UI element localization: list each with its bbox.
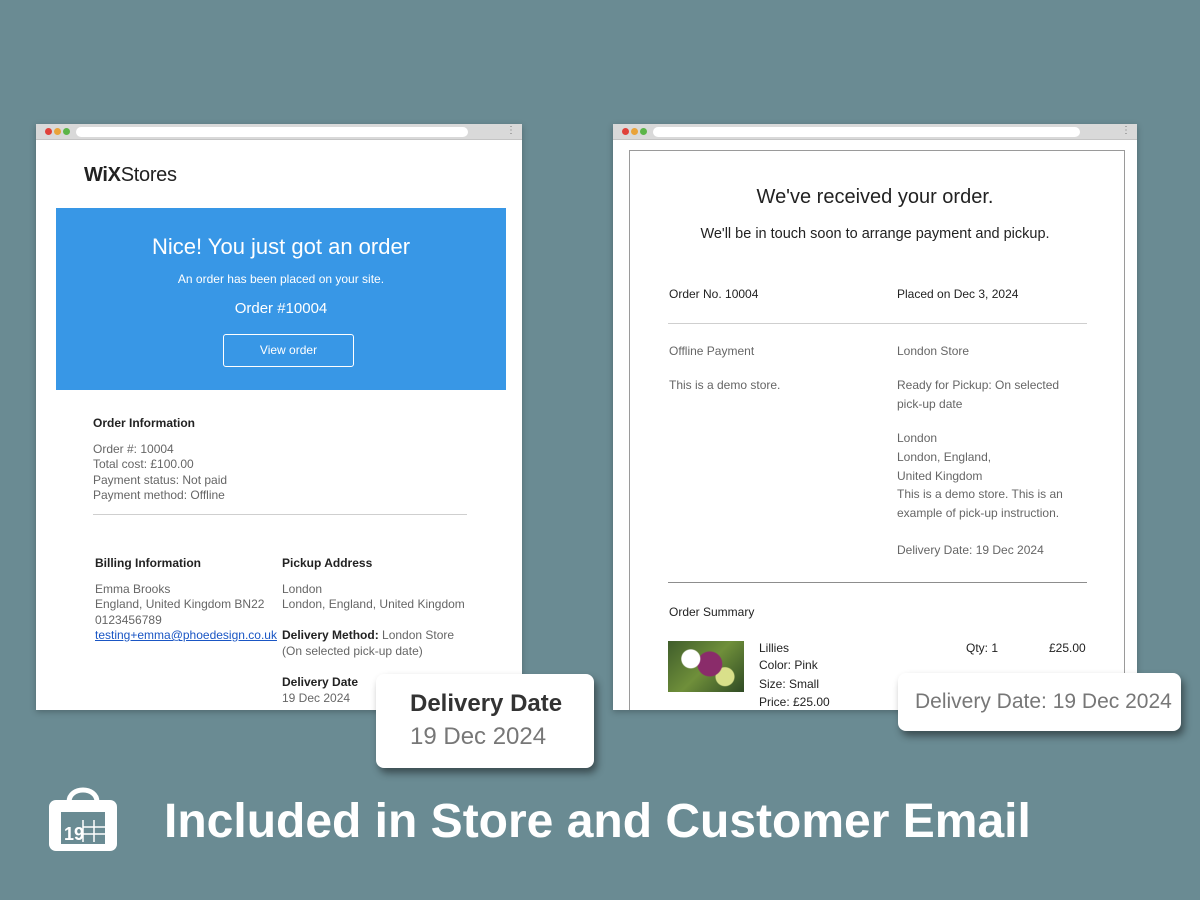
banner-title: Nice! You just got an order	[151, 234, 411, 259]
customer-email-window: ⋮ We've received your order. We'll be in…	[613, 124, 1137, 710]
pickup-status: Ready for Pickup: On selected	[897, 378, 1060, 392]
delivery-date-callout-right: Delivery Date: 19 Dec 2024	[898, 673, 1181, 731]
kebab-menu-icon[interactable]: ⋮	[506, 125, 516, 137]
browser-toolbar: ⋮	[613, 124, 1137, 140]
view-order-button[interactable]: View order	[223, 334, 354, 367]
delivery-date-value: 19 Dec 2024	[282, 691, 351, 705]
section-divider	[93, 514, 467, 515]
pickup-address-line: London	[897, 431, 938, 445]
calendar-day-number: 19	[64, 824, 84, 844]
delivery-method-value: London Store	[382, 628, 455, 642]
delivery-method-note: (On selected pick-up date)	[282, 644, 423, 658]
order-info-heading: Order Information	[93, 416, 196, 430]
order-banner: Nice! You just got an order An order has…	[56, 208, 506, 390]
order-info-line: Total cost: £100.00	[93, 457, 194, 471]
pickup-address-line: London, England,	[897, 450, 992, 464]
delivery-date-heading: Delivery Date	[282, 675, 359, 689]
order-number: Order No. 10004	[669, 287, 759, 301]
pickup-instruction: This is a demo store. This is an	[897, 487, 1063, 501]
item-price: Price: £25.00	[759, 695, 830, 709]
footer-title: Included in Store and Customer Email	[164, 795, 1031, 848]
close-dot-icon[interactable]	[622, 128, 629, 135]
lillies-product-image	[668, 641, 744, 692]
pickup-city: London	[282, 582, 323, 596]
delivery-method: Delivery Method: London Store	[282, 628, 454, 644]
item-total: £25.00	[1049, 641, 1086, 655]
item-qty: Qty: 1	[966, 641, 999, 655]
minimize-dot-icon[interactable]	[631, 128, 638, 135]
order-summary-heading: Order Summary	[669, 605, 755, 619]
delivery-date: Delivery Date: 19 Dec 2024	[897, 543, 1044, 557]
calendar-bag-icon: 19	[49, 787, 117, 851]
payment-title: Offline Payment	[669, 344, 755, 358]
confirmation-subtitle: We'll be in touch soon to arrange paymen…	[700, 226, 1050, 242]
minimize-dot-icon[interactable]	[54, 128, 61, 135]
item-color: Color: Pink	[759, 658, 818, 672]
maximize-dot-icon[interactable]	[63, 128, 70, 135]
store-name: London Store	[897, 344, 970, 358]
billing-phone: 0123456789	[95, 613, 162, 627]
order-info-line: Payment method: Offline	[93, 488, 225, 502]
close-dot-icon[interactable]	[45, 128, 52, 135]
payment-note: This is a demo store.	[669, 378, 781, 392]
callout-value: 19 Dec 2024	[410, 723, 547, 750]
pickup-status: pick-up date	[897, 397, 963, 411]
billing-address: England, United Kingdom BN22	[95, 597, 265, 611]
browser-toolbar: ⋮	[36, 124, 522, 140]
wix-stores-logo: WiXStores	[84, 164, 177, 186]
order-info-line: Payment status: Not paid	[93, 473, 228, 487]
billing-name: Emma Brooks	[95, 582, 171, 596]
kebab-menu-icon[interactable]: ⋮	[1121, 125, 1131, 137]
order-info-line: Order #: 10004	[93, 442, 174, 456]
pickup-heading: Pickup Address	[282, 556, 373, 570]
pickup-instruction: example of pick-up instruction.	[897, 506, 1060, 520]
item-name: Lillies	[759, 641, 790, 655]
store-email-window: ⋮ WiXStores Nice! You just got an order …	[36, 124, 522, 710]
pickup-address-line: United Kingdom	[897, 469, 983, 483]
delivery-date-callout-left: Delivery Date 19 Dec 2024	[376, 674, 594, 768]
maximize-dot-icon[interactable]	[640, 128, 647, 135]
banner-order-number: Order #10004	[234, 300, 328, 317]
banner-subtitle: An order has been placed on your site.	[177, 272, 385, 286]
pickup-address: London, England, United Kingdom	[282, 597, 465, 611]
billing-heading: Billing Information	[95, 556, 201, 570]
section-divider	[668, 323, 1087, 324]
section-divider	[668, 582, 1087, 583]
address-bar[interactable]	[76, 127, 468, 137]
address-bar[interactable]	[653, 127, 1080, 137]
billing-email-link[interactable]: testing+emma@phoedesign.co.uk	[95, 628, 277, 644]
item-size: Size: Small	[759, 677, 820, 691]
placed-on-date: Placed on Dec 3, 2024	[897, 287, 1019, 301]
confirmation-title: We've received your order.	[756, 186, 994, 208]
delivery-method-label: Delivery Method:	[282, 628, 379, 642]
callout-title: Delivery Date	[410, 690, 563, 717]
callout-text: Delivery Date: 19 Dec 2024	[915, 690, 1172, 713]
